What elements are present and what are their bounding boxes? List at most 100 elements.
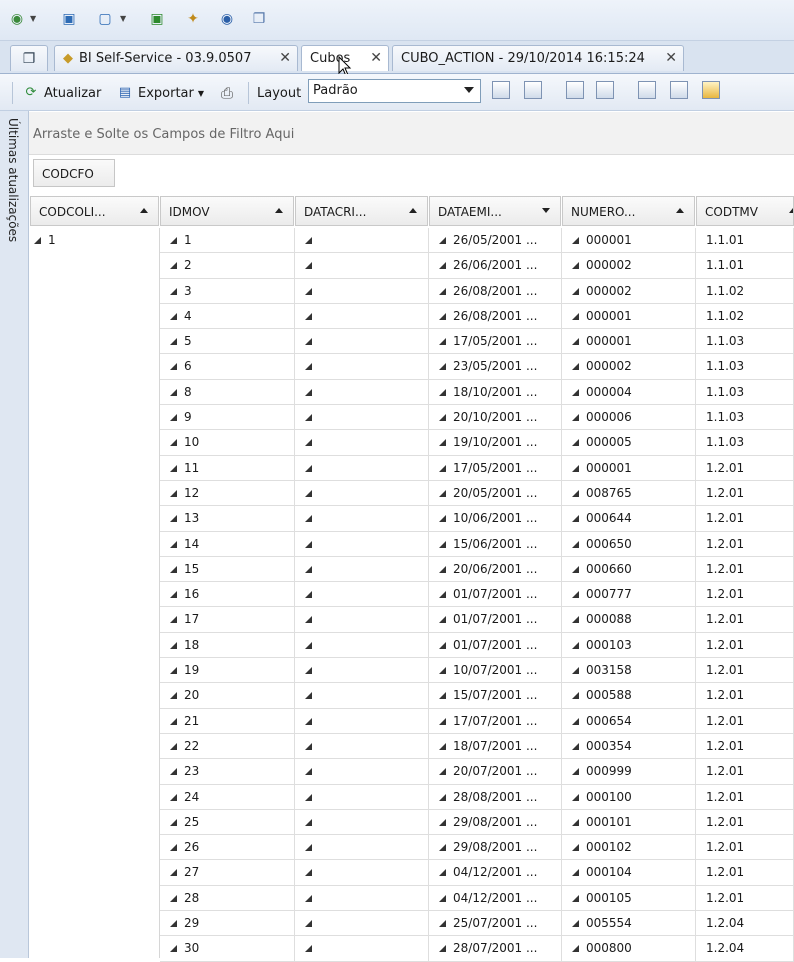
expand-triangle-icon[interactable] (170, 363, 177, 371)
expand-triangle-icon[interactable] (572, 565, 579, 573)
cell-codtmv[interactable]: 1.2.01 (696, 480, 794, 506)
table-row[interactable]: 3 26/08/2001 ... 000002 1.1.02 (160, 278, 794, 304)
expand-triangle-icon[interactable] (170, 793, 177, 801)
column-header-codtmv[interactable]: CODTMV (696, 196, 794, 226)
cell-codtmv[interactable]: 1.1.03 (696, 405, 794, 430)
cell-datacri[interactable] (295, 253, 429, 278)
expand-triangle-icon[interactable] (170, 717, 177, 725)
cell-idmov[interactable]: 9 (160, 405, 295, 430)
expand-triangle-icon[interactable] (439, 363, 446, 371)
expand-triangle-icon[interactable] (170, 287, 177, 295)
expand-triangle-icon[interactable] (572, 869, 579, 877)
column-header-codcoli[interactable]: CODCOLI... (30, 196, 159, 226)
cell-idmov[interactable]: 26 (160, 835, 295, 860)
expand-triangle-icon[interactable] (170, 920, 177, 928)
cell-numero[interactable]: 000088 (562, 607, 696, 632)
expand-triangle-icon[interactable] (170, 565, 177, 573)
cell-datacri[interactable] (295, 658, 429, 683)
cell-codtmv[interactable]: 1.2.01 (696, 784, 794, 809)
table-row[interactable]: 8 18/10/2001 ... 000004 1.1.03 (160, 379, 794, 406)
expand-triangle-icon[interactable] (305, 768, 312, 776)
expand-triangle-icon[interactable] (439, 894, 446, 902)
cell-dataemi[interactable]: 29/08/2001 ... (429, 835, 562, 860)
cell-datacri[interactable] (295, 885, 429, 911)
expand-triangle-icon[interactable] (572, 540, 579, 548)
cell-idmov[interactable]: 25 (160, 809, 295, 835)
cell-datacri[interactable] (295, 329, 429, 354)
expand-triangle-icon[interactable] (170, 262, 177, 270)
cell-idmov[interactable]: 19 (160, 658, 295, 683)
table-row[interactable]: 12 20/05/2001 ... 008765 1.2.01 (160, 480, 794, 507)
table-row[interactable]: 20 15/07/2001 ... 000588 1.2.01 (160, 683, 794, 709)
cell-codtmv[interactable]: 1.2.01 (696, 860, 794, 885)
cell-numero[interactable]: 000800 (562, 936, 696, 961)
expand-triangle-icon[interactable] (439, 717, 446, 725)
expand-triangle-icon[interactable] (305, 667, 312, 675)
expand-triangle-icon[interactable] (305, 338, 312, 346)
expand-triangle-icon[interactable] (305, 414, 312, 422)
table-row[interactable]: 14 15/06/2001 ... 000650 1.2.01 (160, 531, 794, 557)
expand-triangle-icon[interactable] (572, 692, 579, 700)
refresh-button[interactable]: ⟳ Atualizar (22, 82, 102, 104)
expand-triangle-icon[interactable] (439, 439, 446, 447)
expand-triangle-icon[interactable] (439, 844, 446, 852)
expand-triangle-icon[interactable] (170, 742, 177, 750)
tab-bi-self-service[interactable]: ◆ BI Self-Service - 03.9.0507 ✕ (54, 45, 298, 71)
cell-codtmv[interactable]: 1.1.02 (696, 278, 794, 303)
expand-triangle-icon[interactable] (572, 818, 579, 826)
expand-triangle-icon[interactable] (305, 692, 312, 700)
tab-list-button[interactable]: ❐ (10, 45, 48, 71)
cell-datacri[interactable] (295, 860, 429, 885)
close-icon[interactable]: ✕ (370, 50, 382, 66)
chart-icon[interactable] (702, 81, 720, 99)
cell-dataemi[interactable]: 26/08/2001 ... (429, 303, 562, 329)
cell-numero[interactable]: 000644 (562, 506, 696, 531)
table-row[interactable]: 26 29/08/2001 ... 000102 1.2.01 (160, 835, 794, 861)
globe-add-icon[interactable]: ◉ (8, 10, 26, 28)
cell-datacri[interactable] (295, 430, 429, 455)
table-row[interactable]: 13 10/06/2001 ... 000644 1.2.01 (160, 506, 794, 532)
expand-triangle-icon[interactable] (572, 591, 579, 599)
cell-codtmv[interactable]: 1.1.03 (696, 379, 794, 405)
cell-idmov[interactable]: 11 (160, 455, 295, 480)
cell-idmov[interactable]: 30 (160, 936, 295, 961)
cell-idmov[interactable]: 20 (160, 683, 295, 708)
expand-triangle-icon[interactable] (439, 414, 446, 422)
expand-triangle-icon[interactable] (305, 945, 312, 953)
settings-grid-icon[interactable] (596, 81, 614, 99)
cell-idmov[interactable]: 29 (160, 911, 295, 936)
cell-dataemi[interactable]: 15/07/2001 ... (429, 683, 562, 708)
expand-triangle-icon[interactable] (572, 667, 579, 675)
expand-triangle-icon[interactable] (439, 489, 446, 497)
expand-triangle-icon[interactable] (305, 489, 312, 497)
web-globe-icon[interactable]: ◉ (218, 10, 236, 28)
cell-datacri[interactable] (295, 405, 429, 430)
expand-triangle-icon[interactable] (572, 287, 579, 295)
expand-triangle-icon[interactable] (170, 894, 177, 902)
expand-triangle-icon[interactable] (572, 945, 579, 953)
cell-codtmv[interactable]: 1.2.01 (696, 835, 794, 860)
cell-numero[interactable]: 000005 (562, 430, 696, 455)
expand-triangle-icon[interactable] (439, 515, 446, 523)
cell-datacri[interactable] (295, 480, 429, 506)
column-header-idmov[interactable]: IDMOV (160, 196, 294, 226)
cell-numero[interactable]: 000002 (562, 278, 696, 303)
cell-datacri[interactable] (295, 708, 429, 733)
expand-triangle-icon[interactable] (305, 262, 312, 270)
expand-triangle-icon[interactable] (170, 591, 177, 599)
expand-triangle-icon[interactable] (439, 338, 446, 346)
expand-triangle-icon[interactable] (439, 591, 446, 599)
cell-numero[interactable]: 000354 (562, 733, 696, 759)
expand-triangle-icon[interactable] (439, 869, 446, 877)
expand-triangle-icon[interactable] (170, 616, 177, 624)
expand-triangle-icon[interactable] (572, 489, 579, 497)
cell-numero[interactable]: 000650 (562, 531, 696, 556)
cell-datacri[interactable] (295, 835, 429, 860)
cell-codtmv[interactable]: 1.2.01 (696, 556, 794, 582)
cell-codtmv[interactable]: 1.1.03 (696, 329, 794, 354)
cell-idmov[interactable]: 27 (160, 860, 295, 885)
expand-triangle-icon[interactable] (439, 920, 446, 928)
table-row[interactable]: 1 26/05/2001 ... 000001 1.1.01 (160, 228, 794, 254)
expand-triangle-icon[interactable] (305, 844, 312, 852)
filter-drop-area[interactable]: Arraste e Solte os Campos de Filtro Aqui (29, 112, 794, 155)
